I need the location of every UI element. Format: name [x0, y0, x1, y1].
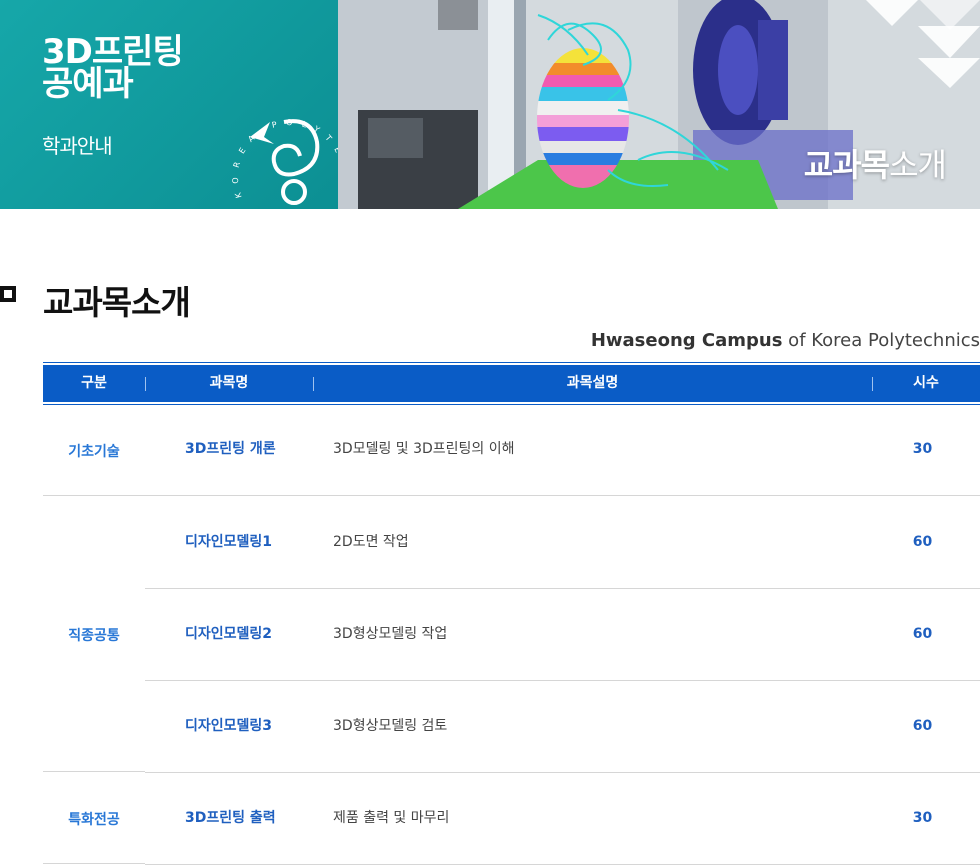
table-row: 3D프린팅 출력 제품 출력 및 마무리 30 — [145, 772, 980, 865]
column-header-description: 과목설명 — [566, 375, 619, 391]
korea-polytechnics-seal-logo: KOREA POLYTECHNICS — [222, 82, 350, 205]
table-row: 디자인모델링2 3D형상모델링 작업 60 — [145, 588, 980, 681]
subject-description: 3D형상모델링 작업 — [333, 626, 448, 642]
table-row: 디자인모델링1 2D도면 작업 60 — [145, 496, 980, 589]
svg-text:KOREA POLYTECHNICS: KOREA POLYTECHNICS — [222, 82, 350, 199]
banner-caption: 교과목소개 — [803, 146, 947, 184]
subject-hours: 30 — [912, 441, 933, 457]
subject-description: 3D형상모델링 검토 — [333, 718, 448, 734]
banner-3d-printer-photo: 교과목소개 — [338, 0, 980, 209]
category-divider — [43, 771, 145, 772]
subject-description: 3D모델링 및 3D프린팅의 이해 — [333, 441, 515, 457]
category-specialized: 특화전공 — [68, 812, 120, 828]
subject-name: 3D프린팅 출력 — [185, 810, 276, 826]
subject-hours: 30 — [912, 810, 933, 826]
table-row: 디자인모델링3 3D형상모델링 검토 60 — [145, 680, 980, 773]
category-basic-skills: 기초기술 — [68, 444, 120, 460]
subject-name: 디자인모델링1 — [185, 534, 273, 550]
page-title: 교과목소개 — [43, 283, 191, 322]
subject-name: 디자인모델링2 — [185, 626, 273, 642]
department-subtitle: 학과안내 — [42, 134, 113, 158]
table-row: 3D프린팅 개론 3D모델링 및 3D프린팅의 이해 30 — [145, 403, 980, 496]
category-common: 직종공통 — [68, 628, 120, 644]
subject-hours: 60 — [912, 534, 933, 550]
page-banner: 3D프린팅 공예과 학과안내 KOREA POLYTECHNICS — [0, 0, 980, 209]
column-header-hours: 시수 — [913, 375, 939, 391]
department-title: 3D프린팅 공예과 — [42, 32, 184, 104]
subject-hours: 60 — [912, 626, 933, 642]
subject-description: 제품 출력 및 마무리 — [333, 810, 450, 826]
category-divider — [43, 495, 145, 496]
subject-name: 디자인모델링3 — [185, 718, 273, 734]
subject-hours: 60 — [912, 718, 933, 734]
square-bullet-icon — [0, 286, 16, 302]
subject-name: 3D프린팅 개론 — [185, 441, 276, 457]
column-header-subject: 과목명 — [209, 375, 249, 391]
curriculum-table-header: 구분 과목명 과목설명 시수 — [43, 362, 980, 405]
campus-caption: Hwaseong Campus of Korea Polytechnics — [590, 330, 980, 351]
subject-description: 2D도면 작업 — [333, 534, 409, 550]
column-header-category: 구분 — [81, 375, 107, 391]
